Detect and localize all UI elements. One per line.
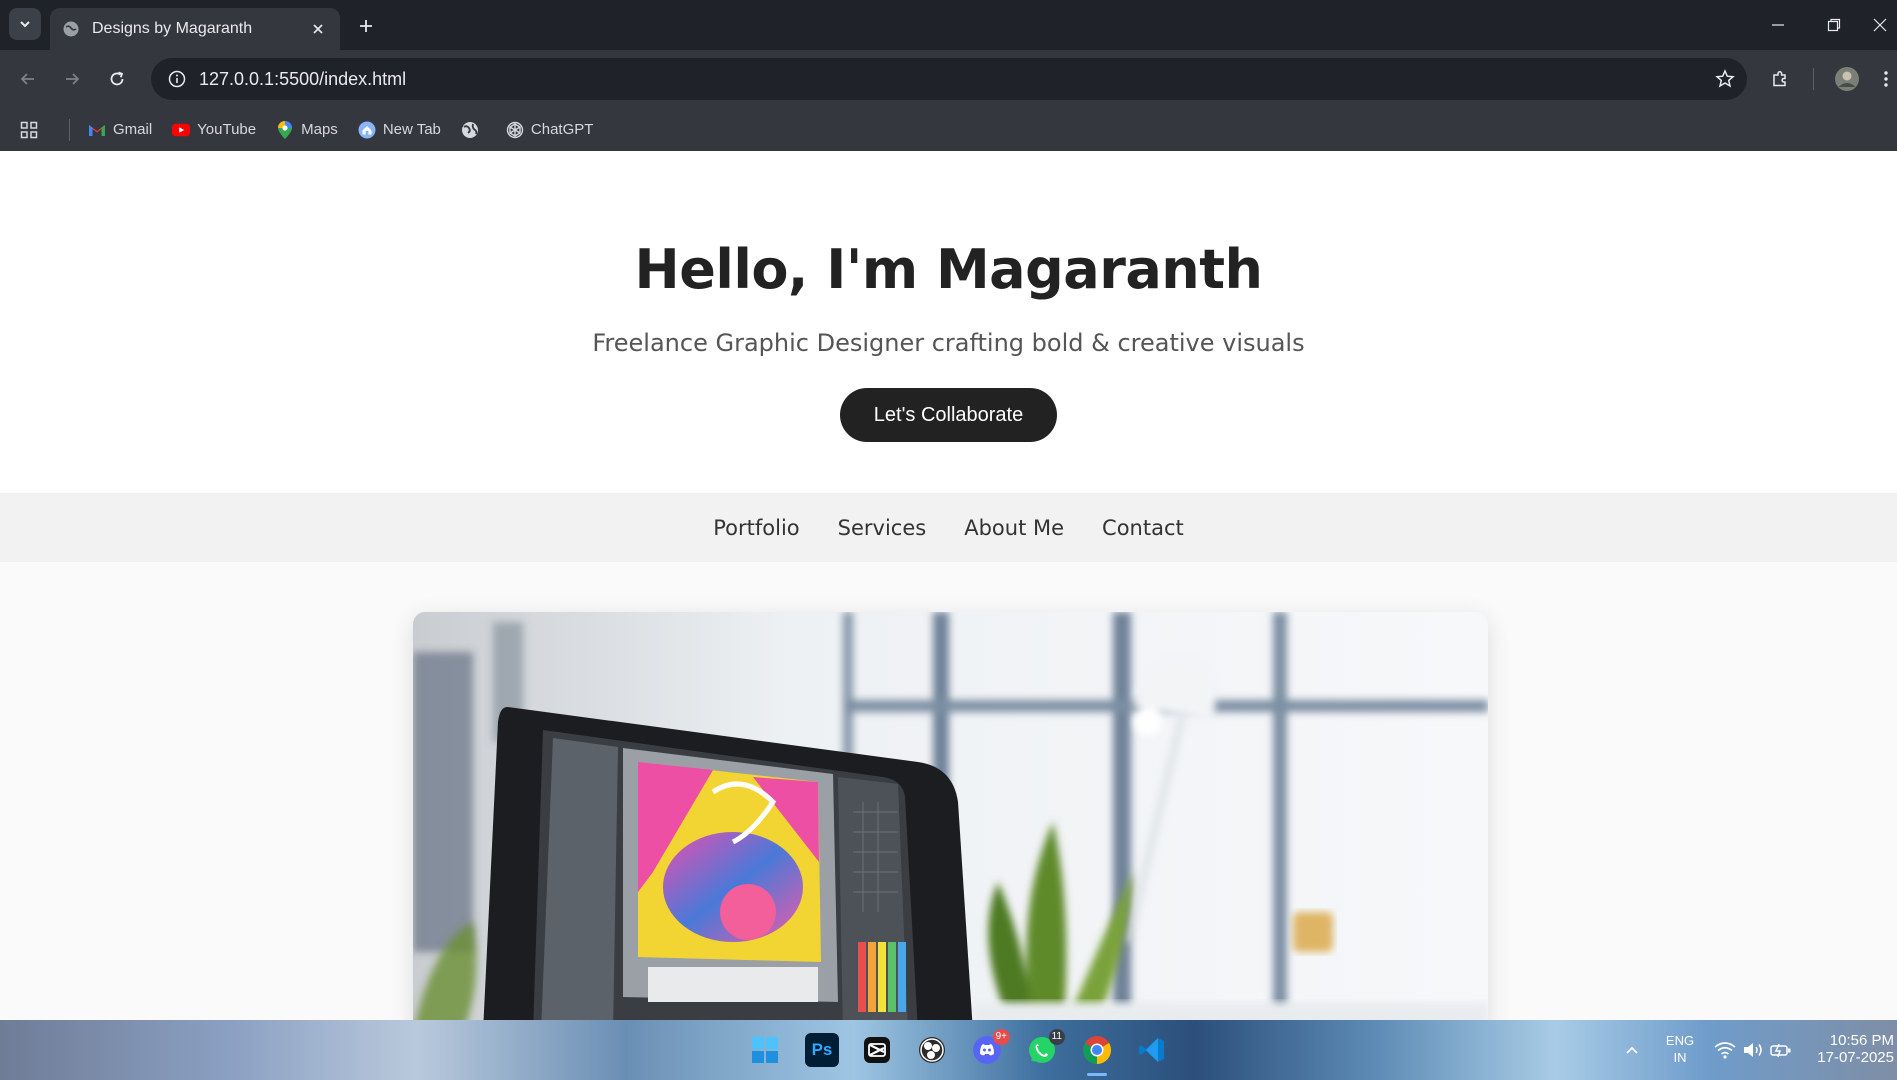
browser-tab[interactable]: Designs by Magaranth (50, 8, 340, 50)
hero-image (413, 612, 1488, 1020)
bookmark-gmail[interactable]: Gmail (88, 121, 152, 139)
active-app-indicator (1087, 1073, 1107, 1076)
plus-icon (360, 20, 372, 32)
gmail-icon (88, 121, 106, 139)
site-info-icon[interactable] (155, 70, 199, 88)
language-code: ENG (1665, 1033, 1695, 1048)
bookmark-label: New Tab (382, 121, 441, 138)
chevron-up-icon (1626, 1046, 1638, 1054)
youtube-icon (172, 121, 191, 139)
bookmark-label: Gmail (113, 121, 153, 138)
close-tab-icon[interactable] (308, 19, 328, 39)
url-text[interactable]: 127.0.0.1:5500/index.html (199, 69, 1703, 90)
nav-link-portfolio[interactable]: Portfolio (713, 516, 799, 540)
bookmarks-divider (69, 118, 70, 141)
browser-menu-button[interactable] (1875, 62, 1897, 96)
tab-search-button[interactable] (9, 8, 41, 40)
region-code: IN (1673, 1050, 1687, 1065)
show-hidden-icons-button[interactable] (1615, 1033, 1649, 1067)
photoshop-icon: Ps (811, 1040, 833, 1059)
collaborate-button[interactable]: Let's Collaborate (839, 388, 1058, 442)
maps-icon (276, 120, 294, 139)
restore-button[interactable] (1806, 0, 1862, 50)
clock-date: 17-07-2025 (1817, 1049, 1894, 1066)
chrome-app[interactable] (1080, 1033, 1114, 1076)
minimize-button[interactable] (1750, 0, 1806, 50)
bookmark-chatgpt[interactable]: ChatGPT (506, 121, 594, 139)
new-tab-button[interactable] (352, 12, 380, 40)
bookmark-new-tab[interactable]: New Tab (358, 121, 441, 139)
arrow-left-icon (20, 73, 34, 85)
browser-toolbar: 127.0.0.1:5500/index.html (0, 50, 1897, 108)
capcut-app[interactable] (860, 1033, 894, 1067)
bookmark-label: ChatGPT (530, 121, 594, 138)
bookmarks-bar: Gmail YouTube Maps New Tab ChatGPT (0, 108, 1897, 151)
bookmark-label: YouTube (197, 121, 257, 138)
wifi-icon (1714, 1042, 1736, 1059)
close-window-button[interactable] (1862, 0, 1897, 50)
forward-button[interactable] (55, 62, 89, 96)
bookmark-youtube[interactable]: YouTube (172, 121, 256, 139)
bookmark-maps[interactable]: Maps (276, 120, 338, 139)
toolbar-divider (1813, 68, 1814, 90)
apps-button[interactable] (20, 121, 45, 139)
capcut-icon (864, 1037, 890, 1063)
nav-link-contact[interactable]: Contact (1102, 516, 1184, 540)
volume-icon (1744, 1043, 1762, 1057)
obs-icon (919, 1037, 945, 1063)
back-button[interactable] (11, 62, 45, 96)
hero-section: Hello, I'm Magaranth Freelance Graphic D… (0, 151, 1897, 493)
taskbar: Ps 9+ 11 ENG IN 10:56 PM 17-07-2025 (0, 1020, 1897, 1080)
nav-link-about-me[interactable]: About Me (964, 516, 1064, 540)
tab-strip: Designs by Magaranth (0, 0, 1897, 50)
close-icon (1873, 18, 1886, 32)
more-vertical-icon (1884, 71, 1888, 87)
vscode-icon (1139, 1038, 1164, 1062)
reload-icon (110, 71, 124, 86)
bookmark-label: Maps (301, 121, 338, 138)
avatar-icon (1835, 67, 1859, 91)
puzzle-icon (1773, 70, 1786, 87)
vscode-app[interactable] (1135, 1033, 1169, 1067)
clock[interactable]: 10:56 PM 17-07-2025 (1808, 1032, 1894, 1066)
clock-time: 10:56 PM (1829, 1032, 1894, 1049)
restore-icon (1827, 18, 1841, 32)
chrome-icon (1083, 1036, 1111, 1064)
profile-avatar[interactable] (1830, 62, 1864, 96)
whatsapp-badge: 11 (1048, 1029, 1065, 1045)
globe-icon (461, 121, 479, 139)
arrow-right-icon (66, 73, 80, 85)
new-tab-icon (358, 121, 376, 139)
reload-button[interactable] (100, 62, 134, 96)
hero-subheading: Freelance Graphic Designer crafting bold… (592, 329, 1305, 357)
minimize-icon (1772, 24, 1784, 26)
site-nav: Portfolio Services About Me Contact (0, 493, 1897, 562)
obs-app[interactable] (915, 1033, 949, 1067)
photoshop-app[interactable]: Ps (805, 1033, 839, 1067)
bookmark-star-icon[interactable] (1703, 69, 1747, 89)
discord-app[interactable]: 9+ (970, 1029, 1010, 1067)
address-bar[interactable]: 127.0.0.1:5500/index.html (151, 58, 1747, 100)
nav-link-services[interactable]: Services (838, 516, 927, 540)
chevron-down-icon (20, 21, 30, 28)
discord-badge: 9+ (992, 1029, 1010, 1045)
globe-icon (62, 20, 80, 38)
language-indicator[interactable]: ENG IN (1660, 1032, 1700, 1066)
hero-heading: Hello, I'm Magaranth (634, 238, 1263, 301)
bookmark-globe[interactable] (461, 121, 486, 139)
apps-grid-icon (20, 121, 38, 139)
start-button[interactable] (748, 1033, 782, 1067)
extensions-button[interactable] (1763, 62, 1797, 96)
designer-workspace-illustration (413, 612, 1488, 1020)
windows-icon (752, 1037, 778, 1063)
tab-title: Designs by Magaranth (92, 20, 253, 37)
web-page: Hello, I'm Magaranth Freelance Graphic D… (0, 151, 1897, 1020)
chatgpt-icon (506, 121, 524, 139)
quick-settings-button[interactable] (1710, 1033, 1796, 1067)
battery-icon (1770, 1043, 1791, 1058)
whatsapp-app[interactable]: 11 (1025, 1029, 1065, 1067)
